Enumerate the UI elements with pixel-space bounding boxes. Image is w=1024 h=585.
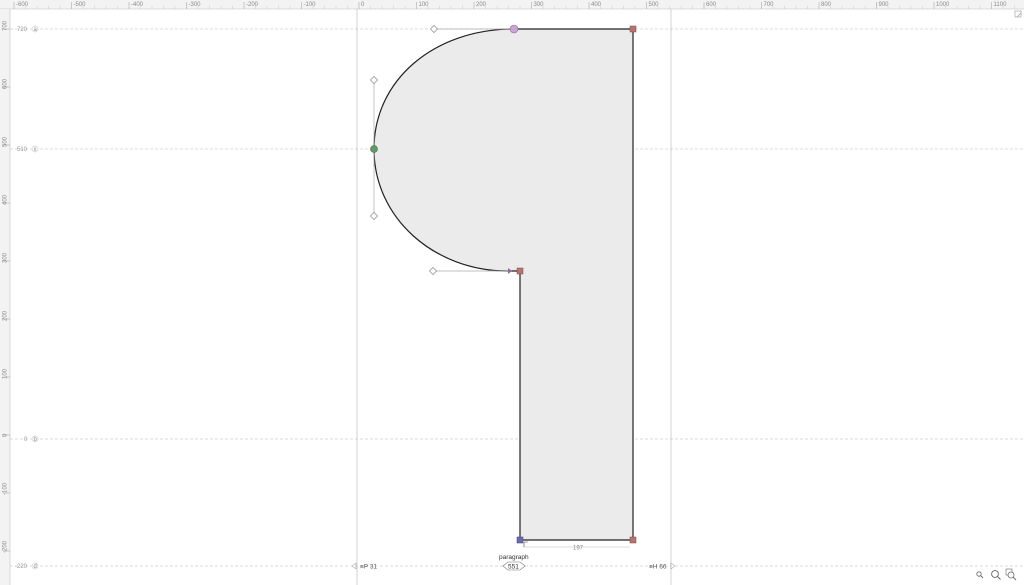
svg-text:0: 0 [24,437,28,443]
svg-text:551: 551 [508,564,519,571]
svg-text:720: 720 [17,27,28,33]
ruler-label: 700 [764,2,775,8]
start-node[interactable] [516,536,524,544]
ruler-label: 300 [3,252,9,263]
ruler-label: 700 [3,20,9,31]
ruler-label: 200 [3,310,9,321]
svg-text:x: x [34,147,37,153]
svg-text:d: d [34,564,37,570]
vertical-ruler[interactable] [0,9,10,585]
ruler-label: 400 [591,2,602,8]
ruler-label: 900 [879,2,890,8]
zoom-fit-icon[interactable] [1005,568,1017,581]
ruler-label: 500 [3,136,9,147]
ruler-label: 1100 [994,2,1008,8]
ruler-label: -500 [74,2,87,8]
ruler-label: 500 [649,2,660,8]
ruler-label: 400 [3,194,9,205]
ruler-label: 600 [3,78,9,89]
ruler-label: 100 [3,368,9,379]
ruler-label: 600 [706,2,717,8]
path-direction-indicator [523,541,528,547]
smooth-node[interactable] [509,24,519,34]
offcurve-handle[interactable] [429,267,437,275]
glyph-name-label: paragraph [499,554,529,561]
lsb-indicator[interactable]: ≡P 31 [351,562,377,571]
svg-text:510: 510 [17,147,28,153]
offcurve-handle[interactable] [430,25,438,33]
ruler-label: 1000 [936,2,950,8]
baseline-line[interactable]: 0 b [10,435,1024,443]
svg-text:≡H 66: ≡H 66 [649,564,667,571]
ruler-label: 100 [419,2,430,8]
ruler-label: -400 [131,2,144,8]
measurement-indicator: 197 [523,546,630,552]
ruler-label: -100 [304,2,317,8]
zoom-in-icon[interactable] [991,570,1001,580]
ruler-label: 800 [821,2,832,8]
ruler-label: -200 [246,2,259,8]
ruler-label: -200 [3,540,9,553]
svg-text:197: 197 [573,546,584,552]
glyph-canvas[interactable]: -600 -500 -400 -300 -200 -100 0 100 200 300 400 500… [0,0,1024,585]
corner-fold-icon[interactable] [1014,10,1022,18]
offcurve-handle[interactable] [370,76,378,84]
svg-text:-220: -220 [15,564,28,570]
svg-text:≡P 31: ≡P 31 [360,564,377,571]
corner-node[interactable] [629,536,637,544]
ruler-label: 200 [476,2,487,8]
ruler-label: -600 [16,2,29,8]
smooth-node[interactable] [370,145,378,153]
offcurve-handle[interactable] [370,212,378,220]
zoom-out-icon[interactable] [976,571,984,579]
ruler-label: 300 [534,2,545,8]
advance-width-field[interactable]: 551 [502,561,526,571]
ruler-label: -100 [3,482,9,495]
corner-node[interactable] [629,25,637,33]
glyph-outline[interactable] [373,28,634,541]
horizontal-ruler[interactable] [0,0,1024,9]
corner-node[interactable] [516,267,524,275]
ruler-label: -300 [189,2,202,8]
